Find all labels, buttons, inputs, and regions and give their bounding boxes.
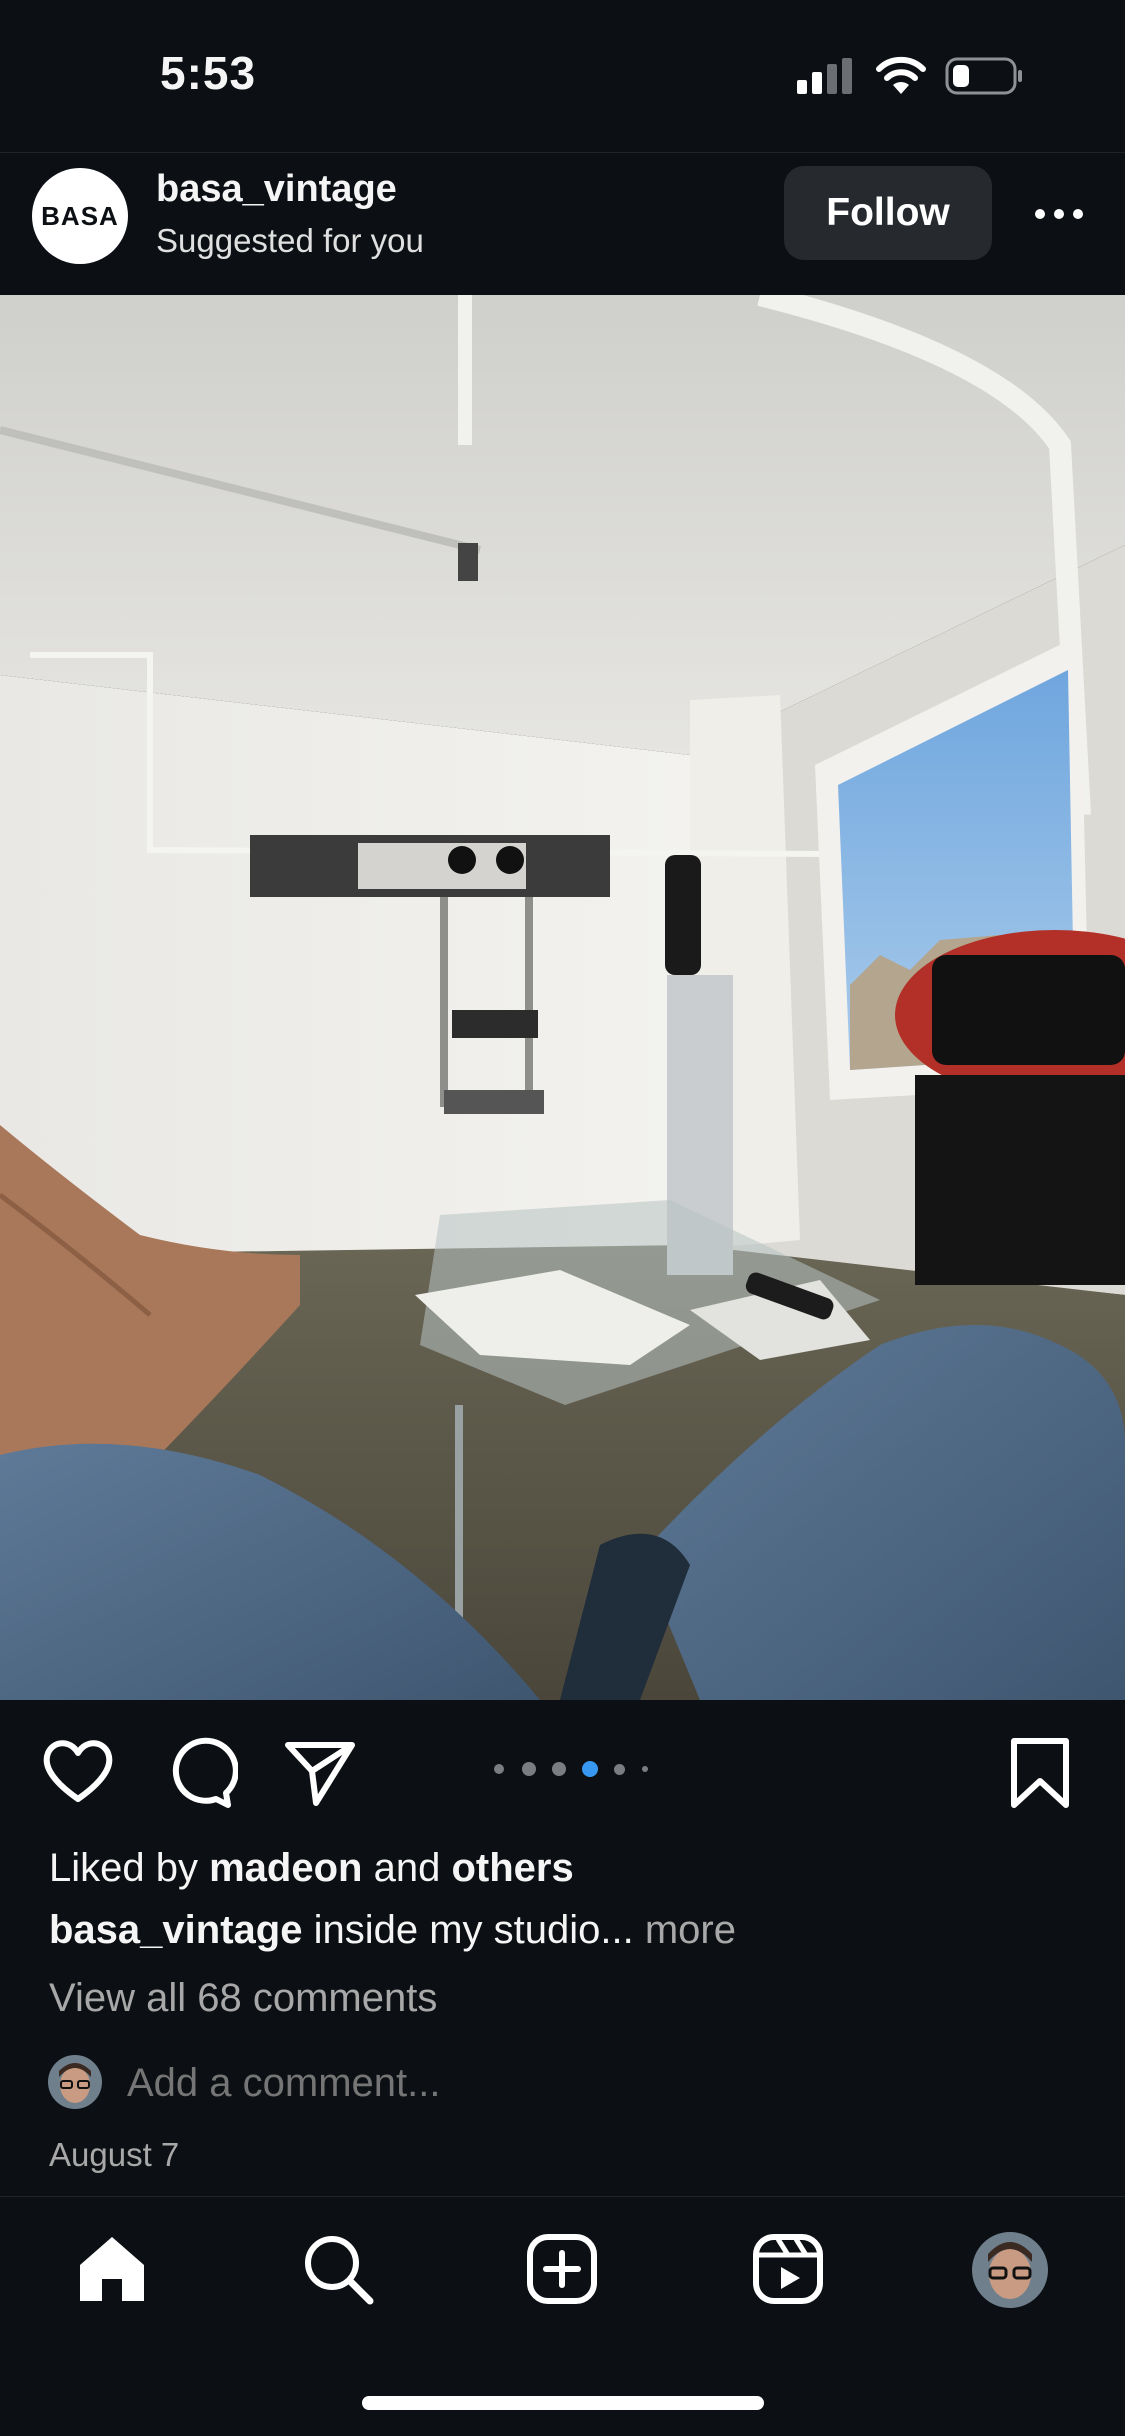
home-indicator[interactable] — [362, 2396, 764, 2410]
current-user-avatar — [48, 2055, 102, 2109]
likes-middle: and — [362, 1846, 452, 1890]
plus-square-icon[interactable] — [522, 2229, 602, 2309]
carousel-dot-active — [582, 1761, 598, 1777]
likes-text[interactable]: Liked by madeon and others — [49, 1846, 574, 1891]
add-comment-input[interactable] — [127, 2061, 727, 2106]
follow-button[interactable]: Follow — [784, 166, 992, 260]
studio-room-photo[interactable] — [0, 295, 1125, 1700]
carousel-dot — [614, 1764, 625, 1775]
cellular-signal-icon — [797, 58, 855, 94]
wifi-icon — [873, 54, 929, 96]
likes-user[interactable]: madeon — [209, 1846, 362, 1890]
caption-more-link[interactable]: more — [645, 1908, 736, 1952]
account-avatar[interactable]: BASA — [32, 168, 128, 264]
more-horizontal-icon[interactable] — [1032, 194, 1086, 234]
comment-icon[interactable] — [158, 1733, 239, 1813]
post-caption: basa_vintage inside my studio... more — [49, 1908, 736, 1953]
carousel-indicator — [494, 1758, 664, 1778]
carousel-dot — [552, 1762, 566, 1776]
heart-icon[interactable] — [38, 1733, 118, 1813]
caption-username[interactable]: basa_vintage — [49, 1908, 302, 1952]
search-icon[interactable] — [298, 2229, 378, 2309]
battery-low-icon — [945, 56, 1025, 96]
carousel-dot — [522, 1762, 536, 1776]
status-bar: 5:53 — [0, 0, 1125, 150]
likes-others[interactable]: others — [451, 1846, 573, 1890]
likes-prefix: Liked by — [49, 1846, 210, 1890]
status-time: 5:53 — [160, 47, 257, 99]
instagram-post-screen: 5:53 BASA basa_vintage Suggested for you… — [0, 0, 1125, 2436]
account-username[interactable]: basa_vintage — [156, 168, 397, 211]
home-icon[interactable] — [72, 2229, 152, 2309]
carousel-dot — [494, 1764, 504, 1774]
view-comments-link[interactable]: View all 68 comments — [49, 1976, 437, 2021]
reels-icon[interactable] — [748, 2229, 828, 2309]
paper-plane-icon[interactable] — [280, 1733, 360, 1813]
bookmark-icon[interactable] — [1000, 1733, 1080, 1813]
profile-avatar[interactable] — [972, 2232, 1048, 2308]
carousel-dot — [642, 1766, 648, 1772]
suggested-label: Suggested for you — [156, 222, 424, 259]
post-date: August 7 — [49, 2136, 180, 2173]
caption-text: inside my studio... — [302, 1908, 645, 1952]
